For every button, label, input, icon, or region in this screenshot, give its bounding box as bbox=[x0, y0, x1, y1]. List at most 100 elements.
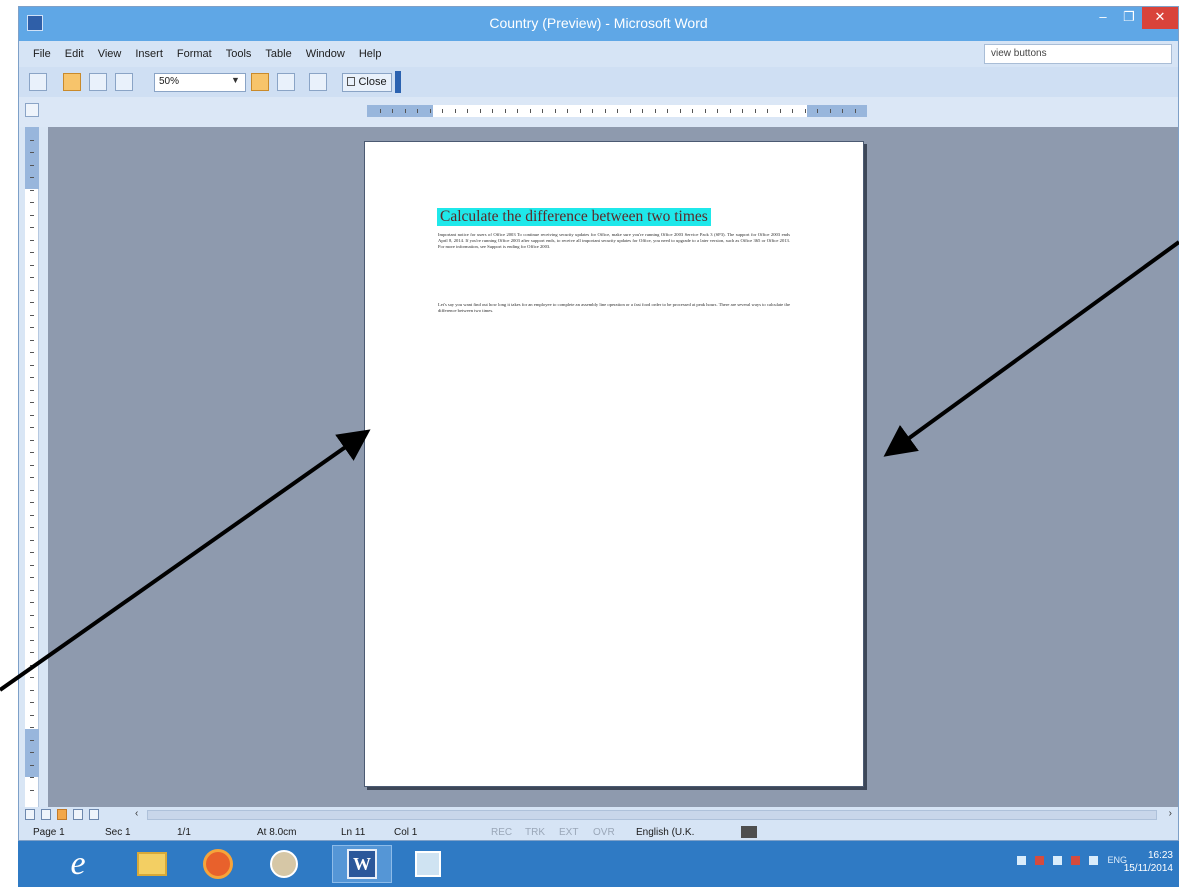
ruler-tick bbox=[30, 364, 34, 366]
status-ext[interactable]: EXT bbox=[559, 827, 578, 838]
ruler-tick bbox=[754, 109, 756, 113]
ruler-tick bbox=[654, 109, 656, 113]
ruler-tick bbox=[717, 109, 718, 113]
status-rec[interactable]: REC bbox=[491, 827, 512, 838]
document-page[interactable]: Calculate the difference between two tim… bbox=[364, 141, 864, 787]
system-tray: ENG bbox=[1017, 855, 1127, 865]
scroll-left-icon[interactable]: ‹ bbox=[135, 808, 138, 819]
word-icon: W bbox=[347, 849, 377, 879]
status-ovr[interactable]: OVR bbox=[593, 827, 615, 838]
menu-window[interactable]: Window bbox=[306, 48, 345, 60]
status-trk[interactable]: TRK bbox=[525, 827, 545, 838]
title-bar[interactable]: Country (Preview) - Microsoft Word – ❐ ✕ bbox=[19, 7, 1178, 41]
outline-view-icon[interactable] bbox=[73, 809, 83, 820]
ruler-tick bbox=[30, 602, 34, 603]
taskbar-picture-app[interactable] bbox=[398, 845, 458, 883]
taskbar-firefox[interactable] bbox=[188, 845, 248, 883]
ruler-tick bbox=[30, 252, 34, 253]
menu-tools[interactable]: Tools bbox=[226, 48, 252, 60]
close-button[interactable]: ✕ bbox=[1142, 7, 1178, 29]
action-center-icon[interactable] bbox=[1035, 855, 1045, 865]
close-preview-icon bbox=[347, 77, 356, 86]
status-language[interactable]: English (U.K. bbox=[636, 827, 694, 838]
scroll-right-icon[interactable]: › bbox=[1169, 808, 1172, 819]
picture-icon bbox=[415, 851, 441, 877]
ruler-tick bbox=[617, 109, 618, 113]
word-window: Country (Preview) - Microsoft Word – ❐ ✕… bbox=[18, 6, 1179, 841]
ruler-tick bbox=[30, 314, 34, 316]
taskbar-file-explorer[interactable] bbox=[122, 845, 182, 883]
preview-workspace[interactable]: Calculate the difference between two tim… bbox=[48, 127, 1178, 807]
ruler-tick bbox=[30, 552, 34, 553]
taskbar-clock[interactable]: 16:23 15/11/2014 bbox=[1124, 849, 1173, 875]
taskbar-internet-explorer[interactable]: e bbox=[48, 845, 108, 883]
menu-help[interactable]: Help bbox=[359, 48, 382, 60]
ruler-tick bbox=[604, 109, 606, 113]
ruler-tick bbox=[392, 109, 393, 113]
type-a-question-input[interactable]: view buttons bbox=[984, 44, 1172, 64]
ruler-tick bbox=[30, 539, 34, 541]
minimize-button[interactable]: – bbox=[1090, 7, 1116, 29]
ruler-tick bbox=[729, 109, 731, 113]
maximize-button[interactable]: ❐ bbox=[1116, 7, 1142, 29]
multiple-pages-icon[interactable] bbox=[115, 73, 133, 91]
tab-selector-icon[interactable] bbox=[25, 103, 39, 117]
ruler-tick bbox=[30, 752, 34, 753]
full-screen-icon[interactable] bbox=[309, 73, 327, 91]
document-paragraph: Let's say you want find out how long it … bbox=[438, 302, 790, 313]
one-page-icon[interactable] bbox=[89, 73, 107, 91]
menu-file[interactable]: File bbox=[33, 48, 51, 60]
ruler-tick bbox=[542, 109, 543, 113]
volume-icon[interactable] bbox=[1089, 855, 1099, 865]
menu-edit[interactable]: Edit bbox=[65, 48, 84, 60]
ruler-tick bbox=[30, 139, 34, 141]
menu-items: File Edit View Insert Format Tools Table… bbox=[33, 48, 381, 60]
chevron-down-icon[interactable]: ▼ bbox=[231, 75, 240, 85]
ruler-tick bbox=[467, 109, 468, 113]
taskbar-word[interactable]: W bbox=[332, 845, 392, 883]
ruler-tick bbox=[30, 177, 34, 178]
ruler-tick bbox=[30, 302, 34, 303]
normal-view-icon[interactable] bbox=[25, 809, 35, 820]
ruler-tick bbox=[692, 109, 693, 113]
ruler-tick bbox=[429, 109, 431, 113]
show-hidden-icons-icon[interactable] bbox=[1017, 855, 1027, 865]
close-preview-button[interactable]: Close bbox=[342, 73, 392, 92]
menu-table[interactable]: Table bbox=[265, 48, 291, 60]
reading-layout-icon[interactable] bbox=[89, 809, 99, 820]
toolbar-grip[interactable] bbox=[395, 71, 401, 93]
web-layout-icon[interactable] bbox=[41, 809, 51, 820]
ruler-tick bbox=[30, 714, 34, 716]
ruler-tick bbox=[30, 677, 34, 678]
horizontal-scrollbar[interactable] bbox=[147, 810, 1157, 820]
view-ruler-icon[interactable] bbox=[251, 73, 269, 91]
clock-date: 15/11/2014 bbox=[1123, 863, 1173, 874]
clock-time: 16:23 bbox=[1147, 850, 1173, 861]
battery-icon[interactable] bbox=[1071, 855, 1081, 865]
ruler-tick bbox=[30, 627, 34, 628]
ruler-tick bbox=[30, 414, 34, 416]
status-section: Sec 1 bbox=[105, 827, 131, 838]
print-layout-icon[interactable] bbox=[57, 809, 67, 820]
taskbar: e W ENG 16:23 15/11/2014 bbox=[18, 841, 1179, 887]
magnifier-icon[interactable] bbox=[63, 73, 81, 91]
horizontal-ruler[interactable] bbox=[367, 105, 867, 117]
spelling-book-icon[interactable] bbox=[741, 826, 757, 838]
menu-format[interactable]: Format bbox=[177, 48, 212, 60]
menu-view[interactable]: View bbox=[98, 48, 122, 60]
shrink-to-fit-icon[interactable] bbox=[277, 73, 295, 91]
network-icon[interactable] bbox=[1053, 855, 1063, 865]
ruler-tick bbox=[30, 289, 34, 291]
ruler-tick bbox=[30, 589, 34, 591]
ruler-tick bbox=[567, 109, 568, 113]
vertical-ruler[interactable] bbox=[25, 127, 39, 807]
print-icon[interactable] bbox=[29, 73, 47, 91]
ruler-tick bbox=[30, 389, 34, 391]
menu-insert[interactable]: Insert bbox=[135, 48, 163, 60]
ruler-tick bbox=[30, 777, 34, 778]
document-paragraph: Important notice for users of Office 200… bbox=[438, 232, 790, 249]
folder-icon bbox=[137, 852, 167, 876]
taskbar-quill-app[interactable] bbox=[254, 845, 314, 883]
ruler-tick bbox=[704, 109, 706, 113]
ruler-tick bbox=[30, 527, 34, 528]
